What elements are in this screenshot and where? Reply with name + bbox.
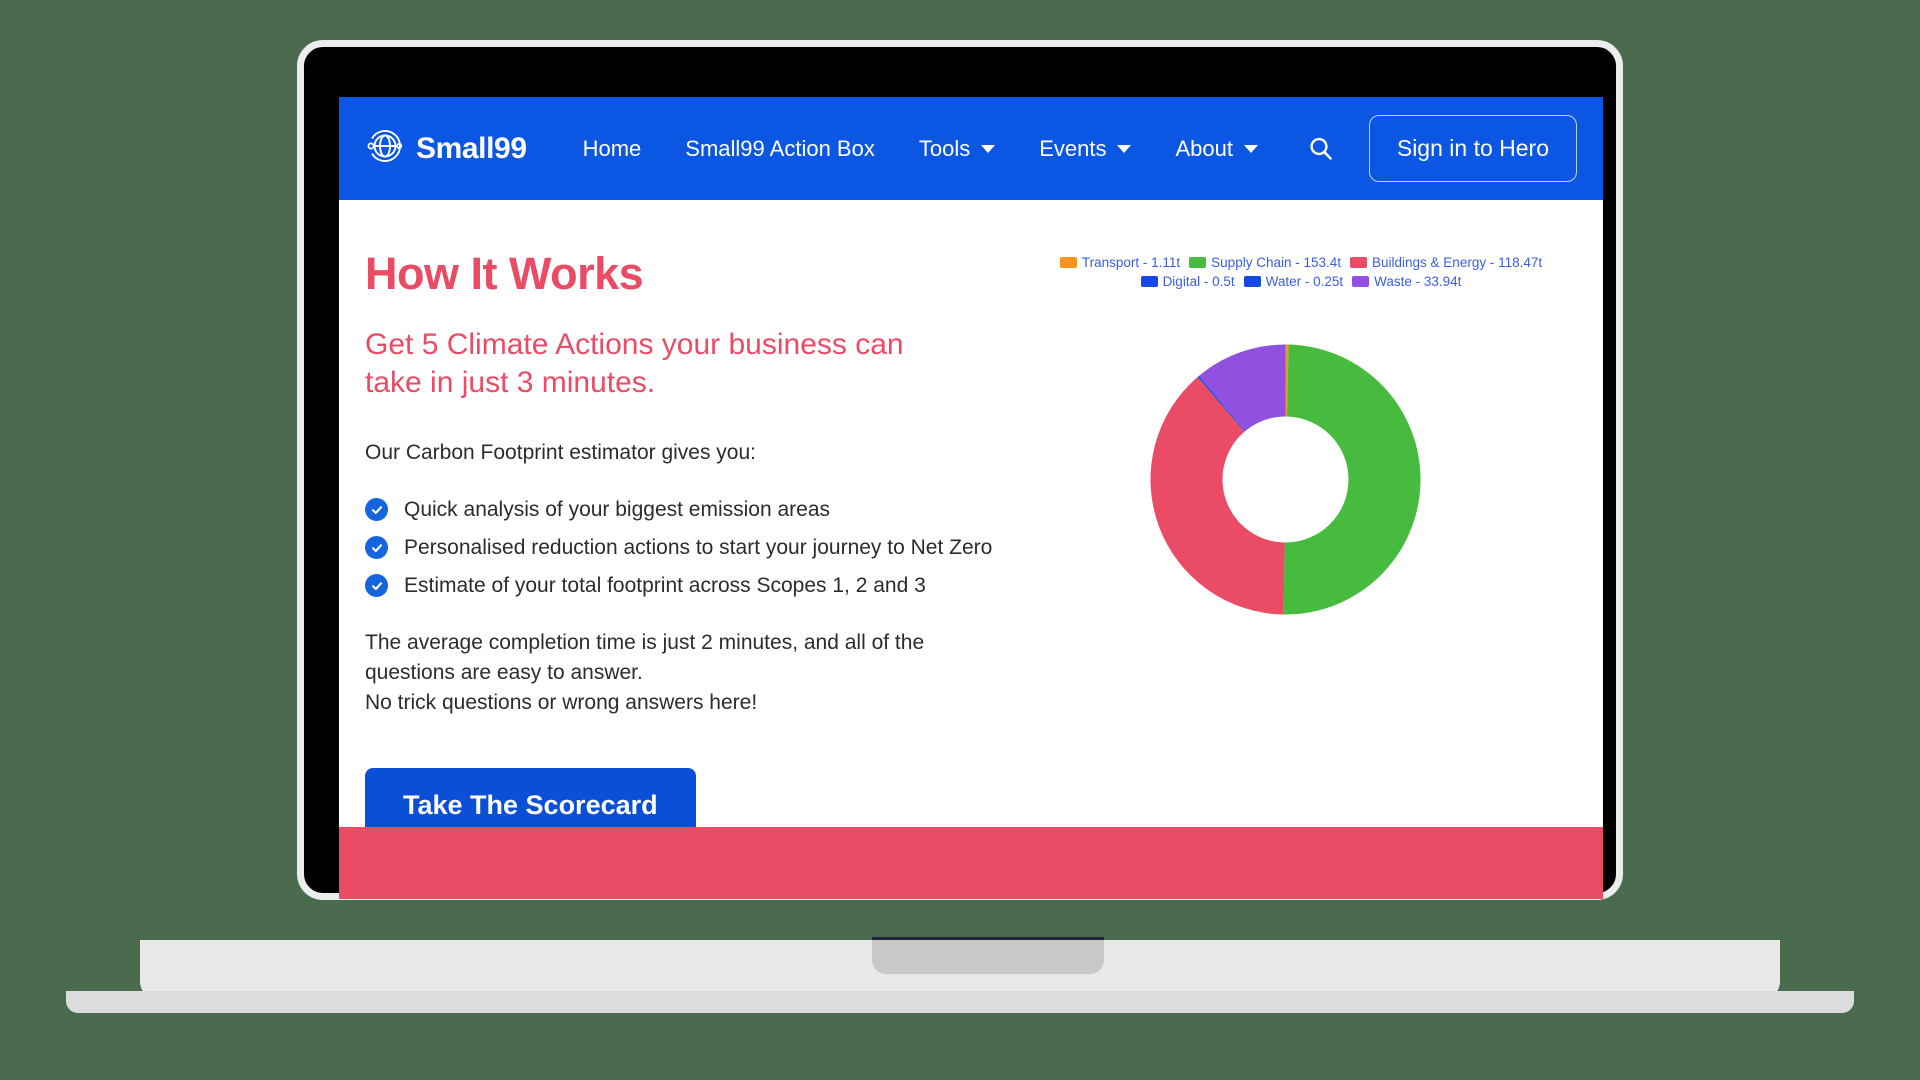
benefit-label: Personalised reduction actions to start …: [404, 535, 993, 559]
list-item: Quick analysis of your biggest emission …: [365, 498, 999, 522]
nav-link-events[interactable]: Events: [1017, 136, 1153, 162]
chevron-down-icon: [1243, 144, 1258, 153]
check-circle-icon: [365, 536, 388, 560]
laptop-base-notch: [872, 940, 1104, 974]
site-navigation-bar: Small99 Home Small99 Action Box Tools Ev…: [339, 97, 1603, 200]
list-item: Personalised reduction actions to start …: [365, 536, 999, 560]
globe-orbit-icon: [365, 126, 405, 171]
right-chart-column: Transport - 1.11t Supply Chain - 153.4t Bu…: [999, 200, 1603, 899]
legend-label: Transport - 1.11t: [1081, 255, 1181, 270]
legend-item[interactable]: Buildings & Energy - 118.47t: [1350, 255, 1542, 270]
nav-link-label: Events: [1039, 135, 1107, 161]
legend-label: Digital - 0.5t: [1162, 274, 1235, 289]
chevron-down-icon: [1117, 144, 1132, 153]
legend-item[interactable]: Transport - 1.11t: [1059, 255, 1181, 270]
nav-links: Home Small99 Action Box Tools Events Abo…: [561, 136, 1280, 162]
laptop-screen: Small99 Home Small99 Action Box Tools Ev…: [339, 97, 1603, 899]
nav-link-small99-action-box[interactable]: Small99 Action Box: [663, 136, 897, 162]
nav-link-label: Home: [582, 135, 642, 161]
check-circle-icon: [365, 498, 388, 522]
legend-label: Water - 0.25t: [1265, 274, 1344, 289]
legend-swatch: [1352, 276, 1370, 287]
brand-name: Small99: [416, 131, 527, 165]
legend-item[interactable]: Waste - 33.94t: [1352, 274, 1461, 289]
legend-item[interactable]: Digital - 0.5t: [1140, 274, 1235, 289]
closing-paragraph: The average completion time is just 2 mi…: [365, 630, 925, 714]
benefits-list: Quick analysis of your biggest emission …: [365, 498, 999, 598]
carbon-footprint-donut-chart: Transport - 1.11t Supply Chain - 153.4t Bu…: [999, 200, 1603, 899]
nav-link-label: About: [1175, 135, 1233, 161]
check-circle-icon: [365, 574, 388, 598]
list-item: Estimate of your total footprint across …: [365, 574, 999, 598]
donut-chart-svg: [1150, 344, 1421, 615]
chevron-down-icon: [981, 144, 996, 153]
page-content: How It Works Get 5 Climate Actions your …: [339, 200, 1603, 899]
lead-paragraph: Our Carbon Footprint estimator gives you…: [365, 440, 757, 464]
legend-swatch: [1350, 257, 1368, 268]
legend-swatch: [1189, 257, 1207, 268]
nav-link-label: Small99 Action Box: [685, 135, 875, 161]
footer-color-band: [339, 827, 1603, 899]
legend-item[interactable]: Water - 0.25t: [1243, 274, 1344, 289]
page-title: How It Works: [365, 248, 644, 299]
nav-link-tools[interactable]: Tools: [897, 136, 1017, 162]
benefit-label: Estimate of your total footprint across …: [404, 573, 926, 597]
benefit-label: Quick analysis of your biggest emission …: [404, 497, 831, 521]
legend-item[interactable]: Supply Chain - 153.4t: [1189, 255, 1341, 270]
laptop-base-lip: [66, 991, 1854, 1013]
nav-link-home[interactable]: Home: [561, 136, 664, 162]
legend-swatch: [1140, 276, 1158, 287]
left-content-column: How It Works Get 5 Climate Actions your …: [339, 200, 999, 899]
legend-swatch: [1243, 276, 1261, 287]
legend-label: Waste - 33.94t: [1374, 274, 1462, 289]
legend-label: Buildings & Energy - 118.47t: [1372, 255, 1543, 270]
legend-swatch: [1059, 257, 1077, 268]
nav-link-label: Tools: [918, 135, 971, 161]
legend-label: Supply Chain - 153.4t: [1211, 255, 1342, 270]
brand-logo[interactable]: Small99: [365, 126, 527, 171]
page-subtitle: Get 5 Climate Actions your business can …: [365, 328, 904, 400]
sign-in-button[interactable]: Sign in to Hero: [1368, 115, 1577, 182]
nav-right-actions: Sign in to Hero: [1303, 115, 1577, 182]
chart-legend: Transport - 1.11t Supply Chain - 153.4t Bu…: [1021, 255, 1581, 289]
donut-slice[interactable]: [1283, 344, 1421, 615]
screenshot-stage: Small99 Home Small99 Action Box Tools Ev…: [0, 0, 1920, 1080]
search-icon[interactable]: [1303, 131, 1339, 167]
nav-link-about[interactable]: About: [1153, 136, 1280, 162]
